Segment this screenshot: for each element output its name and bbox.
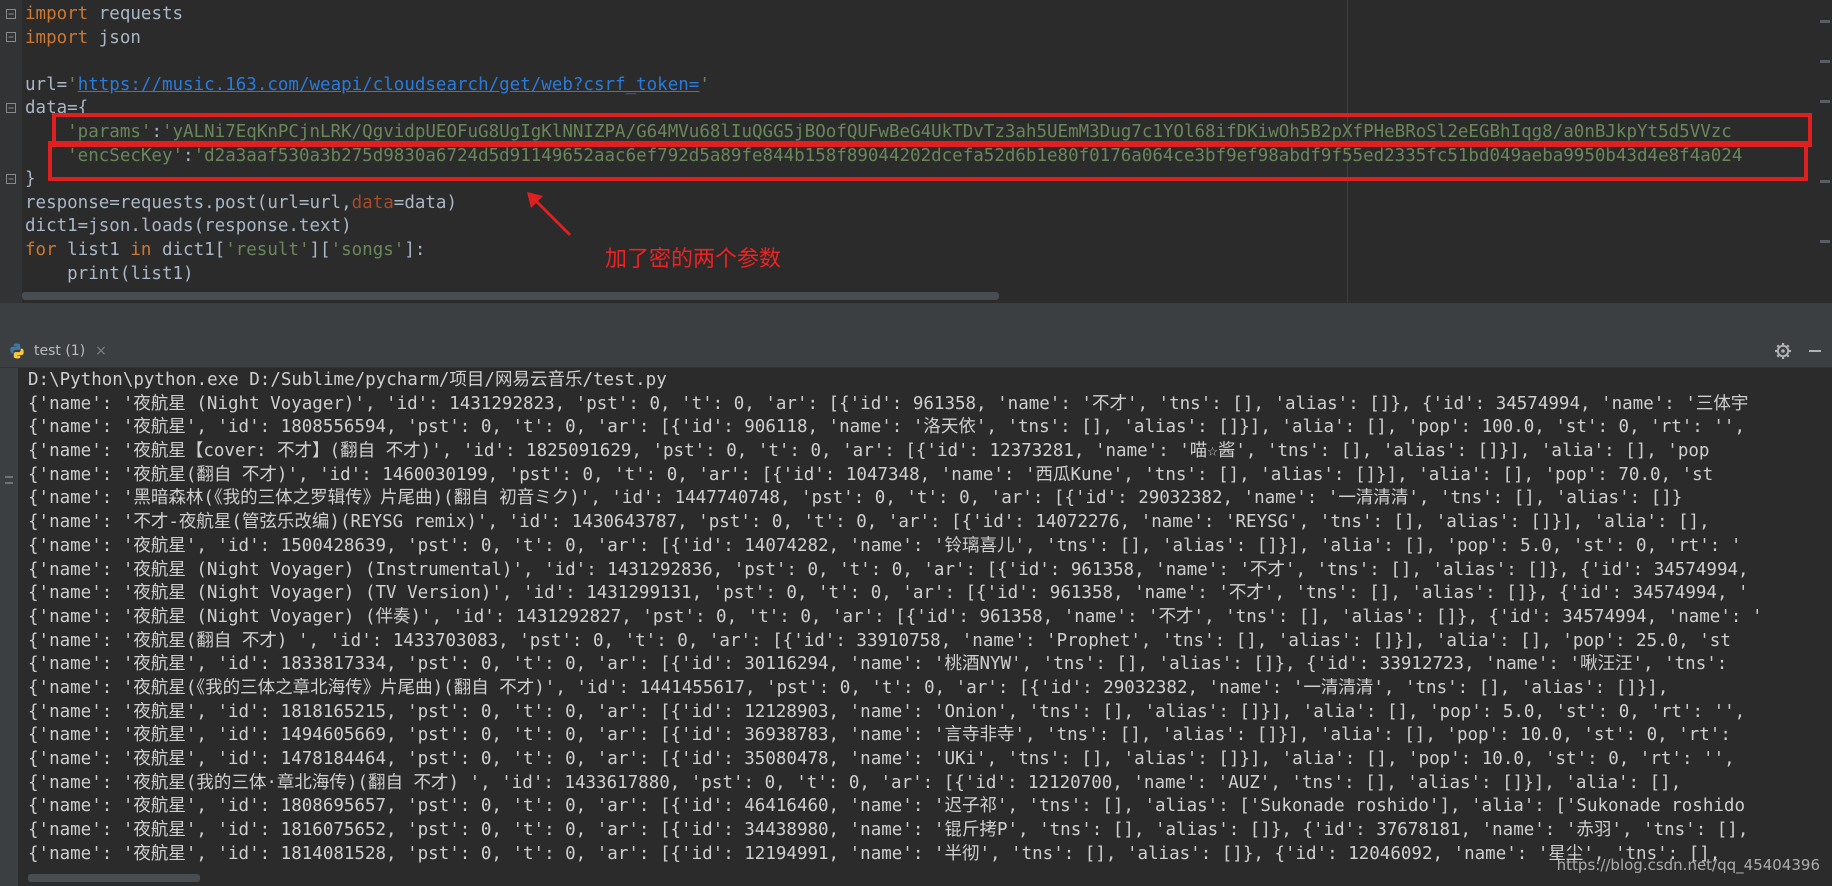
code-line[interactable]: response=requests.post(url=url,data=data… bbox=[25, 192, 1742, 216]
console-output-line: {'name': '夜航星', 'id': 1494605669, 'pst':… bbox=[28, 725, 1731, 746]
code-token: json bbox=[98, 27, 141, 48]
code-token: https://music.163.com/weapi/cloudsearch/… bbox=[77, 74, 700, 95]
scroll-marker bbox=[1820, 60, 1830, 63]
tab-run-test[interactable]: test (1) × bbox=[0, 335, 107, 367]
code-editor[interactable]: import requests import json url='https://… bbox=[0, 0, 1832, 303]
console-lines: D:\Python\python.exe D:/Sublime/pycharm/… bbox=[28, 369, 1763, 866]
console-output-line: {'name': '夜航星', 'id': 1478184464, 'pst':… bbox=[28, 749, 1735, 769]
highlight-box-encseckey bbox=[48, 141, 1808, 181]
console-output-line: {'name': '夜航星', 'id': 1808695657, 'pst':… bbox=[28, 796, 1745, 817]
code-token: data bbox=[351, 192, 394, 213]
editor-gutter bbox=[0, 0, 22, 303]
console-output-line: {'name': '不才-夜航星(管弦乐改编)(REYSG remix)', '… bbox=[28, 512, 1710, 533]
code-line[interactable]: print(list1) bbox=[25, 263, 1742, 287]
code-token: import bbox=[25, 4, 99, 24]
code-token: 'songs' bbox=[330, 239, 405, 260]
code-token: response=requests.post(url=url, bbox=[25, 192, 352, 213]
code-line[interactable]: dict1=json.loads(response.text) bbox=[25, 215, 1742, 239]
code-token: for bbox=[25, 239, 68, 260]
code-token: 'result' bbox=[225, 239, 310, 260]
console-output-line: {'name': '夜航星 (Night Voyager) (Instrumen… bbox=[28, 559, 1749, 580]
panel-divider[interactable] bbox=[0, 303, 1832, 335]
toolbar-marker bbox=[5, 482, 13, 484]
toolbar-marker bbox=[5, 476, 13, 478]
code-token: requests bbox=[98, 4, 184, 24]
fold-icon[interactable] bbox=[6, 103, 16, 113]
console-output-line: {'name': '夜航星 (Night Voyager) (TV Versio… bbox=[28, 583, 1749, 604]
console-output-line: {'name': '夜航星 (Night Voyager)', 'id': 14… bbox=[28, 393, 1749, 414]
code-token: =data) bbox=[393, 192, 457, 213]
code-token: ][ bbox=[309, 239, 331, 260]
code-token: } bbox=[25, 169, 36, 190]
console-output-line: {'name': '夜航星', 'id': 1500428639, 'pst':… bbox=[28, 535, 1742, 556]
console-toolbar bbox=[0, 368, 18, 886]
minimize-icon[interactable] bbox=[1806, 342, 1824, 360]
console-output-line: {'name': '夜航星(《我的三体之章北海传》片尾曲)(翻自 不才)', '… bbox=[28, 677, 1669, 698]
code-token: ' bbox=[67, 74, 78, 95]
console-output-line: {'name': '夜航星', 'id': 1833817334, 'pst':… bbox=[28, 654, 1728, 675]
console-command-line: D:\Python\python.exe D:/Sublime/pycharm/… bbox=[28, 370, 667, 390]
code-token: ]: bbox=[404, 239, 426, 260]
editor-horizontal-scrollbar[interactable] bbox=[22, 292, 999, 300]
code-line[interactable]: import requests bbox=[25, 3, 1742, 27]
annotation-arrow-icon bbox=[527, 192, 572, 237]
code-token: in bbox=[130, 239, 162, 260]
code-line[interactable]: for list1 in dict1['result']['songs']: bbox=[25, 239, 1742, 263]
code-token: dict1[ bbox=[161, 239, 226, 260]
tab-label: test (1) bbox=[34, 343, 86, 359]
console-output-line: {'name': '夜航星', 'id': 1814081528, 'pst':… bbox=[28, 843, 1721, 864]
close-icon[interactable]: × bbox=[95, 343, 107, 359]
fold-icon[interactable] bbox=[6, 174, 16, 184]
scroll-marker bbox=[1820, 240, 1830, 243]
code-token: list1 bbox=[67, 239, 131, 260]
console-output-line: {'name': '夜航星 (Night Voyager) (伴奏)', 'id… bbox=[28, 606, 1763, 627]
code-token: url= bbox=[25, 74, 68, 95]
code-token: print(list1) bbox=[25, 263, 194, 284]
scroll-marker bbox=[1820, 180, 1830, 183]
console-output[interactable]: D:\Python\python.exe D:/Sublime/pycharm/… bbox=[18, 368, 1832, 886]
watermark: https://blog.csdn.net/qq_45404396 bbox=[1556, 856, 1820, 874]
console-horizontal-scrollbar[interactable] bbox=[28, 874, 200, 882]
code-token: dict1=json.loads(response.text) bbox=[25, 216, 352, 237]
console-output-line: {'name': '夜航星(翻自 不才)', 'id': 1460030199,… bbox=[28, 464, 1714, 485]
code-line[interactable]: import json bbox=[25, 27, 1742, 51]
scroll-marker bbox=[1820, 100, 1830, 103]
editor-vertical-scrollbar[interactable] bbox=[1816, 0, 1832, 303]
gear-icon[interactable] bbox=[1774, 342, 1792, 360]
code-line[interactable] bbox=[25, 50, 1742, 74]
annotation-label: 加了密的两个参数 bbox=[605, 247, 782, 272]
fold-icon[interactable] bbox=[6, 9, 16, 19]
run-toolwindow-header: test (1) × bbox=[0, 335, 1832, 368]
console-output-line: {'name': '夜航星', 'id': 1818165215, 'pst':… bbox=[28, 701, 1746, 722]
code-line[interactable]: url='https://music.163.com/weapi/cloudse… bbox=[25, 74, 1742, 98]
console-output-line: {'name': '夜航星', 'id': 1808556594, 'pst':… bbox=[28, 417, 1745, 438]
python-icon bbox=[10, 343, 24, 359]
scroll-marker bbox=[1820, 20, 1830, 23]
code-token: import bbox=[25, 27, 99, 48]
fold-icon[interactable] bbox=[6, 32, 16, 42]
console-output-line: {'name': '黑暗森林(《我的三体之罗辑传》片尾曲)(翻自 初音ミク)',… bbox=[28, 488, 1683, 509]
console-output-line: {'name': '夜航星(翻自 不才) ', 'id': 1433703083… bbox=[28, 630, 1731, 651]
console-output-line: {'name': '夜航星(我的三体·章北海传)(翻自 不才) ', 'id':… bbox=[28, 772, 1682, 793]
code-token: ' bbox=[699, 74, 710, 95]
console-output-line: {'name': '夜航星【cover: 不才】(翻自 不才)', 'id': … bbox=[28, 441, 1710, 462]
console-output-line: {'name': '夜航星', 'id': 1816075652, 'pst':… bbox=[28, 820, 1749, 841]
